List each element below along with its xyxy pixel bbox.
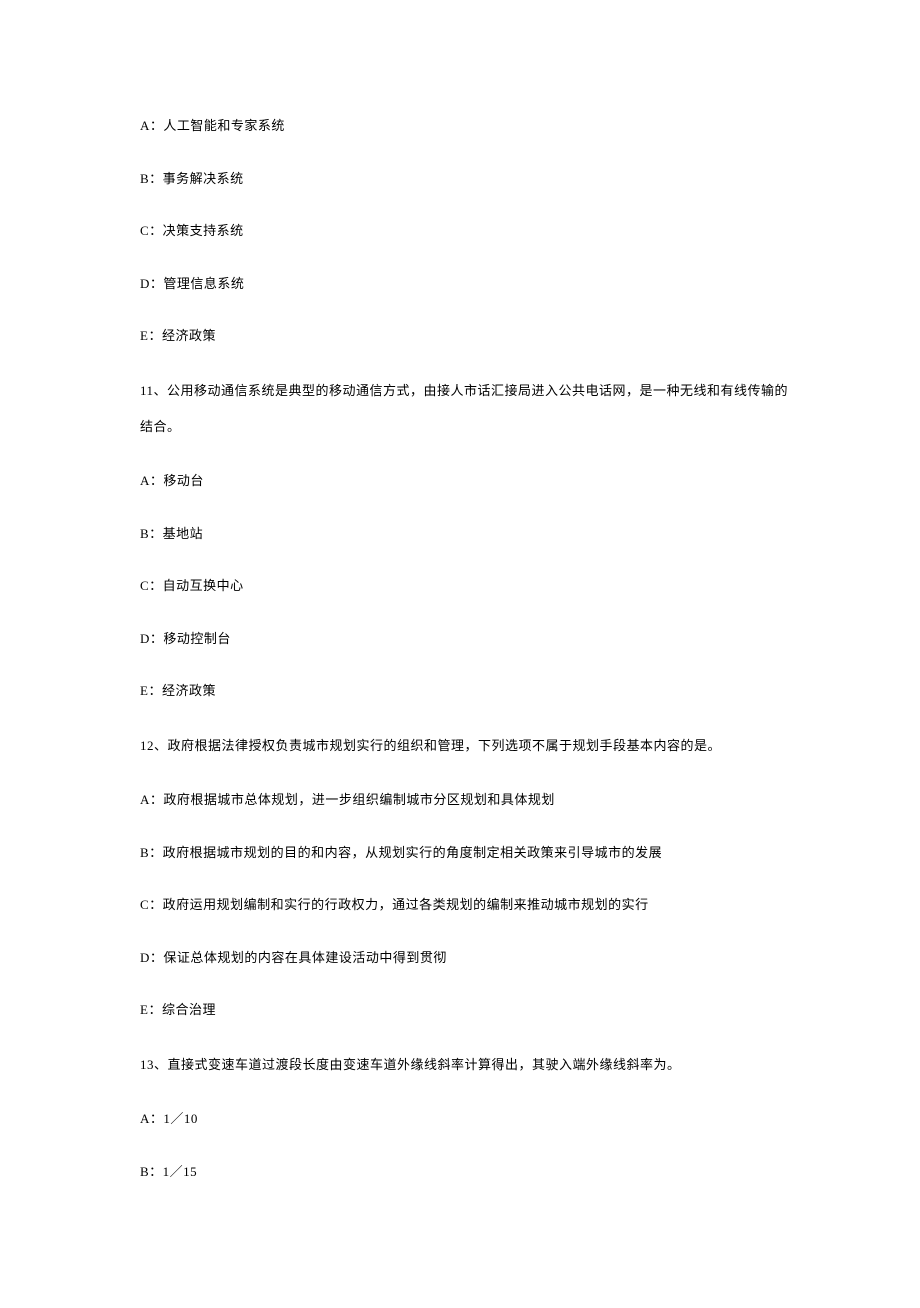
q11-option-c: C：自动互换中心 [140,570,790,603]
document-page: A：人工智能和专家系统 B：事务解决系统 C：决策支持系统 D：管理信息系统 E… [0,0,920,1308]
q10-option-b: B：事务解决系统 [140,163,790,196]
q12-option-e: E：综合治理 [140,994,790,1027]
q12-option-a: A：政府根据城市总体规划，进一步组织编制城市分区规划和具体规划 [140,784,790,817]
q12-stem: 12、政府根据法律授权负责城市规划实行的组织和管理，下列选项不属于规划手段基本内… [140,728,790,764]
q10-option-c: C：决策支持系统 [140,215,790,248]
q10-option-e: E：经济政策 [140,320,790,353]
q11-option-b: B：基地站 [140,518,790,551]
q10-option-d: D：管理信息系统 [140,268,790,301]
q10-option-a: A：人工智能和专家系统 [140,110,790,143]
q12-option-b: B：政府根据城市规划的目的和内容，从规划实行的角度制定相关政策来引导城市的发展 [140,837,790,870]
q11-option-e: E：经济政策 [140,675,790,708]
q11-option-a: A：移动台 [140,465,790,498]
q12-option-d: D：保证总体规划的内容在具体建设活动中得到贯彻 [140,942,790,975]
q12-option-c: C：政府运用规划编制和实行的行政权力，通过各类规划的编制来推动城市规划的实行 [140,889,790,922]
q13-option-a: A：1／10 [140,1103,790,1136]
q13-stem: 13、直接式变速车道过渡段长度由变速车道外缘线斜率计算得出，其驶入端外缘线斜率为… [140,1047,790,1083]
q13-option-b: B：1／15 [140,1156,790,1189]
q11-option-d: D：移动控制台 [140,623,790,656]
q11-stem: 11、公用移动通信系统是典型的移动通信方式，由接人市话汇接局进入公共电话网，是一… [140,373,790,446]
